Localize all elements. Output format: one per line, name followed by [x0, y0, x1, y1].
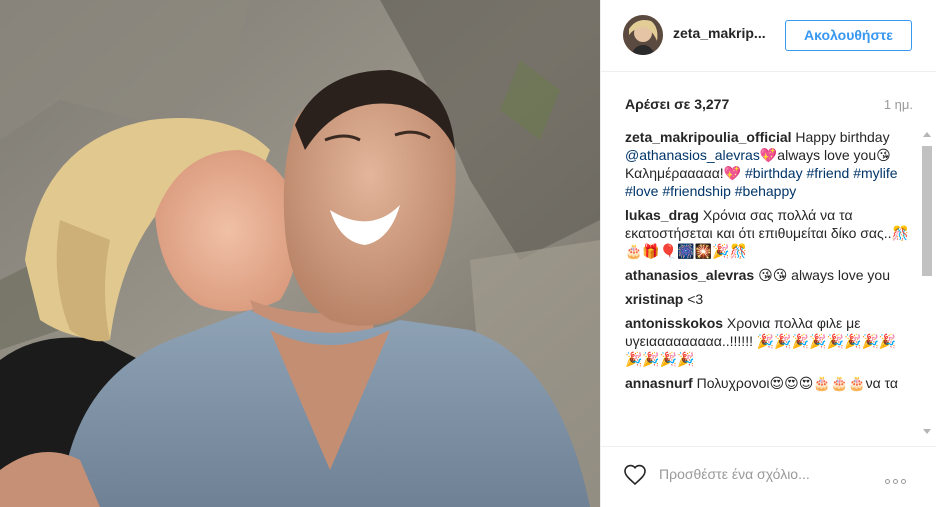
caption-text-part: Happy birthday — [791, 129, 890, 145]
comment-username[interactable]: annasnurf — [625, 375, 693, 391]
comment-username[interactable]: athanasios_alevras — [625, 267, 754, 283]
comment-username[interactable]: zeta_makripoulia_official — [625, 129, 792, 145]
caption-comment: zeta_makripoulia_official Happy birthday… — [625, 128, 917, 200]
post-sidebar: zeta_makrip... Ακολουθήστε Αρέσει σε 3,2… — [600, 0, 936, 507]
scrollbar-thumb[interactable] — [922, 146, 932, 276]
scroll-up-arrow-icon[interactable] — [923, 132, 931, 137]
post-header: zeta_makrip... Ακολουθήστε — [601, 0, 936, 72]
post-modal: zeta_makrip... Ακολουθήστε Αρέσει σε 3,2… — [0, 0, 936, 507]
hashtag-link[interactable]: #love — [625, 183, 658, 199]
hashtag-link[interactable]: #friend — [806, 165, 849, 181]
comment-username[interactable]: xristinap — [625, 291, 683, 307]
comment-username[interactable]: antonisskokos — [625, 315, 723, 331]
comment-text: 😘😘 always love you — [754, 267, 890, 283]
mention-link[interactable]: @athanasios_alevras — [625, 147, 760, 163]
comment-text: <3 — [683, 291, 704, 307]
scroll-down-arrow-icon[interactable] — [923, 429, 931, 434]
follow-button[interactable]: Ακολουθήστε — [785, 20, 912, 51]
avatar[interactable] — [623, 15, 663, 55]
list-item: lukas_drag Χρόνια σας πολλά να τα εκατοσ… — [625, 206, 917, 260]
list-item: antonisskokos Χρονια πολλα φιλε με υγεια… — [625, 314, 917, 368]
comments-list[interactable]: zeta_makripoulia_official Happy birthday… — [625, 128, 917, 438]
comments-scrollbar[interactable] — [920, 128, 934, 438]
hashtag-link[interactable]: #friendship — [662, 183, 731, 199]
list-item: athanasios_alevras 😘😘 always love you — [625, 266, 917, 284]
hashtag-link[interactable]: #birthday — [745, 165, 803, 181]
comment-footer — [601, 446, 936, 507]
avatar-image — [623, 15, 663, 55]
likes-row: Αρέσει σε 3,277 1 ημ. — [625, 96, 913, 114]
likes-count[interactable]: Αρέσει σε 3,277 — [625, 96, 729, 112]
comment-text: Πολυχρονοι😍😍😍🎂🎂🎂να τα — [692, 375, 899, 391]
comment-input[interactable] — [659, 462, 869, 486]
list-item: xristinap <3 — [625, 290, 917, 308]
more-options-icon[interactable] — [885, 471, 915, 484]
hashtag-link[interactable]: #behappy — [735, 183, 797, 199]
hashtag-link[interactable]: #mylife — [853, 165, 897, 181]
comment-username[interactable]: lukas_drag — [625, 207, 699, 223]
header-username[interactable]: zeta_makrip... — [673, 25, 766, 41]
post-time[interactable]: 1 ημ. — [884, 97, 913, 112]
post-photo — [0, 0, 600, 507]
list-item: annasnurf Πολυχρονοι😍😍😍🎂🎂🎂να τα — [625, 374, 917, 392]
heart-outline-icon[interactable] — [623, 463, 647, 487]
